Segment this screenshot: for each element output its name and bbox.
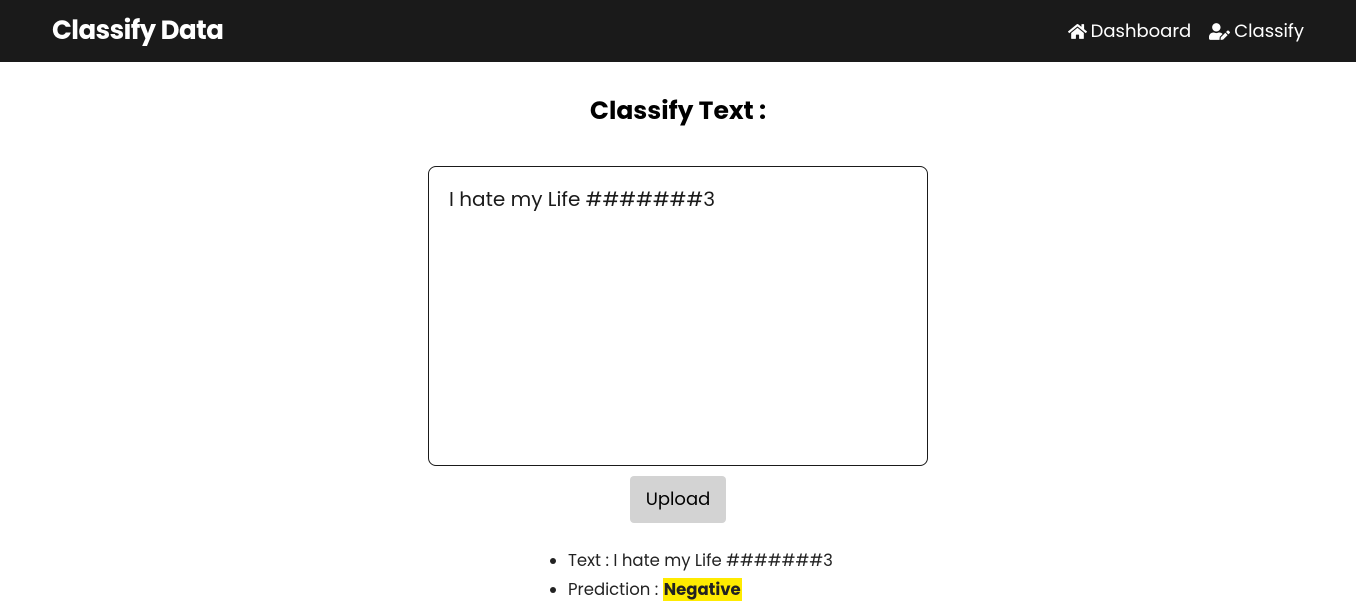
- result-prediction-label: Prediction :: [568, 578, 663, 601]
- home-icon: [1068, 22, 1087, 41]
- navbar: Classify Data Dashboard Classify: [0, 0, 1356, 62]
- result-text-label: Text :: [568, 549, 613, 572]
- result-text-item: Text : I hate my Life #######3: [568, 549, 928, 574]
- nav-links: Dashboard Classify: [1068, 18, 1304, 45]
- nav-link-classify[interactable]: Classify: [1209, 18, 1304, 45]
- nav-link-dashboard[interactable]: Dashboard: [1068, 18, 1192, 45]
- user-edit-icon: [1209, 23, 1230, 40]
- page-title: Classify Text :: [590, 92, 766, 130]
- result-prediction-item: Prediction : Negative: [568, 578, 928, 603]
- classify-text-input[interactable]: [428, 166, 928, 466]
- nav-link-classify-label: Classify: [1234, 18, 1304, 45]
- brand-title: Classify Data: [52, 12, 223, 51]
- result-prediction-value: Negative: [663, 578, 742, 601]
- results-section: Text : I hate my Life #######3 Predictio…: [428, 549, 928, 607]
- nav-link-dashboard-label: Dashboard: [1091, 18, 1192, 45]
- main-content: Classify Text : Upload Text : I hate my …: [0, 62, 1356, 607]
- upload-button[interactable]: Upload: [630, 476, 727, 523]
- result-text-value: I hate my Life #######3: [613, 549, 833, 572]
